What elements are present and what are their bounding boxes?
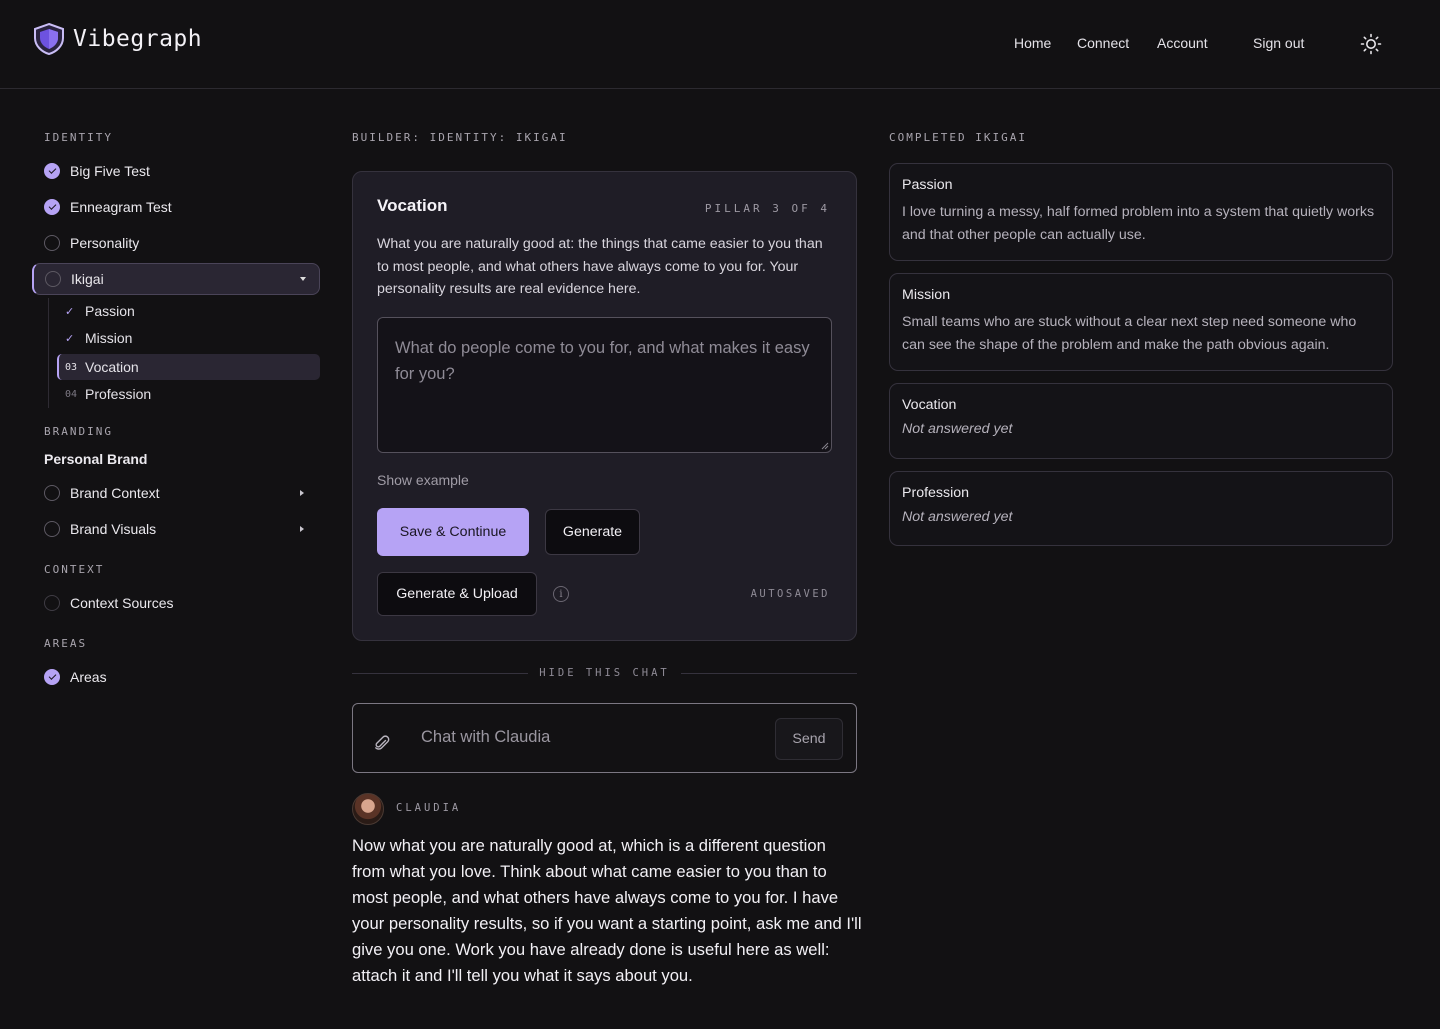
brand-name: Vibegraph xyxy=(73,26,203,52)
completed-card-mission[interactable]: Mission Small teams who are stuck withou… xyxy=(889,273,1393,371)
pillar-card: Vocation PILLAR 3 OF 4 What you are natu… xyxy=(352,171,857,641)
card-body: Not answered yet xyxy=(902,509,1013,525)
sidebar-item-label: Brand Visuals xyxy=(70,521,157,537)
subnav-label: Profession xyxy=(85,386,152,402)
pillar-title: Vocation xyxy=(377,196,448,215)
sidebar-item-brand-visuals[interactable]: Brand Visuals xyxy=(44,519,156,539)
sidebar-item-label: Areas xyxy=(70,669,107,685)
hide-chat-divider[interactable]: HIDE THIS CHAT xyxy=(352,664,857,682)
card-title: Profession xyxy=(902,485,970,501)
card-title: Passion xyxy=(902,177,953,193)
completed-card-profession[interactable]: Profession Not answered yet xyxy=(889,471,1393,546)
nav-connect[interactable]: Connect xyxy=(1077,35,1129,51)
card-title: Mission xyxy=(902,287,951,303)
answer-textarea[interactable]: What do people come to you for, and what… xyxy=(377,317,832,453)
completed-ikigai-label: COMPLETED IKIGAI xyxy=(889,131,1027,144)
sidebar-item-big-five[interactable]: Big Five Test xyxy=(44,161,150,181)
subnav-item-vocation[interactable]: 03 Vocation xyxy=(57,355,139,379)
sidebar-item-label: Personality xyxy=(70,235,140,251)
section-identity: IDENTITY xyxy=(44,131,113,144)
sidebar-item-brand-context[interactable]: Brand Context xyxy=(44,483,160,503)
chevron-right-icon[interactable] xyxy=(300,526,304,532)
empty-circle-icon xyxy=(44,235,60,251)
check-circle-icon xyxy=(44,163,60,179)
pillar-description: What you are naturally good at: the thin… xyxy=(377,236,823,298)
sidebar-item-enneagram[interactable]: Enneagram Test xyxy=(44,197,172,217)
sidebar-item-areas[interactable]: Areas xyxy=(44,667,107,687)
nav-account[interactable]: Account xyxy=(1157,35,1208,51)
section-branding: BRANDING xyxy=(44,425,113,438)
save-continue-button[interactable]: Save & Continue xyxy=(377,508,529,556)
show-example-link[interactable]: Show example xyxy=(377,472,469,488)
claudia-avatar xyxy=(352,793,384,825)
assistant-message: Now what you are naturally good at, whic… xyxy=(352,836,862,985)
sidebar-item-label: Ikigai xyxy=(71,271,104,287)
card-body: Small teams who are stuck without a clea… xyxy=(902,314,1357,353)
send-button[interactable]: Send xyxy=(775,718,843,760)
section-areas: AREAS xyxy=(44,637,88,650)
breadcrumb: BUILDER: IDENTITY: IKIGAI xyxy=(352,131,568,144)
check-circle-icon xyxy=(44,669,60,685)
generate-upload-button[interactable]: Generate & Upload xyxy=(377,572,537,616)
subnav-label: Passion xyxy=(85,303,135,319)
sidebar-item-label: Brand Context xyxy=(70,485,160,501)
paperclip-icon[interactable] xyxy=(373,734,391,752)
chat-composer: Chat with Claudia Send xyxy=(352,703,857,773)
sidebar-item-ikigai[interactable]: Ikigai xyxy=(32,263,320,295)
chat-input[interactable]: Chat with Claudia xyxy=(421,728,550,747)
assistant-name: CLAUDIA xyxy=(396,802,462,814)
autosaved-status: AUTOSAVED xyxy=(750,588,830,600)
step-number: 04 xyxy=(65,388,78,400)
subnav-line xyxy=(48,298,49,408)
check-circle-icon xyxy=(44,199,60,215)
sidebar-item-personality[interactable]: Personality xyxy=(44,233,139,253)
nav-home[interactable]: Home xyxy=(1014,35,1051,51)
chevron-down-icon[interactable] xyxy=(300,277,306,281)
subnav-label: Mission xyxy=(85,330,133,346)
section-context: CONTEXT xyxy=(44,563,105,576)
step-number: 03 xyxy=(65,361,78,373)
card-body: I love turning a messy, half formed prob… xyxy=(902,204,1375,243)
subnav-item-passion[interactable]: ✓ Passion xyxy=(57,299,135,323)
card-body: Not answered yet xyxy=(902,421,1013,437)
check-icon: ✓ xyxy=(65,305,75,318)
sidebar-item-label: Enneagram Test xyxy=(70,199,172,215)
sidebar-item-label: Big Five Test xyxy=(70,163,150,179)
answer-placeholder: What do people come to you for, and what… xyxy=(395,339,810,383)
shield-logo-icon xyxy=(34,22,64,56)
pillar-progress: PILLAR 3 OF 4 xyxy=(704,202,830,215)
sun-icon[interactable] xyxy=(1360,33,1382,55)
chevron-right-icon[interactable] xyxy=(300,490,304,496)
hide-chat-button[interactable]: HIDE THIS CHAT xyxy=(352,667,857,679)
resize-handle-icon[interactable] xyxy=(821,442,829,450)
top-header: Vibegraph Home Connect Account Sign out xyxy=(0,0,1440,89)
sidebar-item-context-sources[interactable]: Context Sources xyxy=(44,593,174,613)
empty-circle-icon xyxy=(44,521,60,537)
card-title: Vocation xyxy=(902,397,957,413)
sidebar-item-personal-brand[interactable]: Personal Brand xyxy=(44,449,147,469)
completed-card-passion[interactable]: Passion I love turning a messy, half for… xyxy=(889,163,1393,261)
empty-circle-icon xyxy=(44,595,60,611)
brand-logo[interactable]: Vibegraph xyxy=(32,22,202,56)
completed-card-vocation[interactable]: Vocation Not answered yet xyxy=(889,383,1393,459)
sidebar-item-label: Context Sources xyxy=(70,595,174,611)
generate-button[interactable]: Generate xyxy=(545,509,640,555)
nav-sign-out[interactable]: Sign out xyxy=(1253,35,1304,51)
empty-circle-icon xyxy=(44,485,60,501)
empty-circle-icon xyxy=(45,271,61,287)
subnav-item-mission[interactable]: ✓ Mission xyxy=(57,326,132,350)
subnav-item-profession[interactable]: 04 Profession xyxy=(57,382,151,406)
subnav-label: Vocation xyxy=(85,359,139,375)
info-icon[interactable]: i xyxy=(553,586,569,602)
check-icon: ✓ xyxy=(65,332,75,345)
